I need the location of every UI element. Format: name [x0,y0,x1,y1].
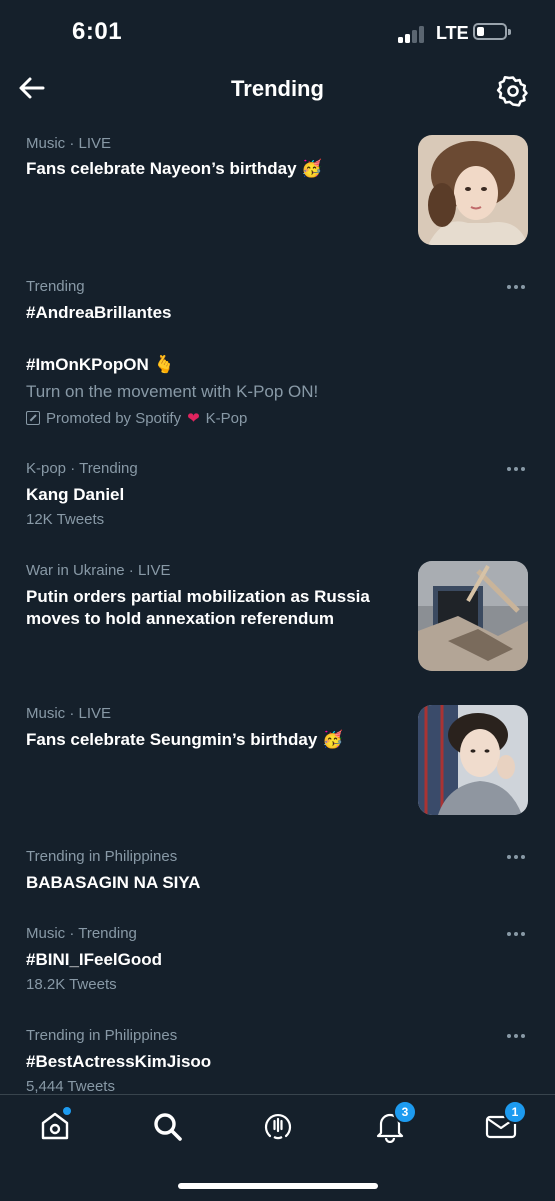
more-options-icon[interactable] [506,1031,528,1041]
trend-description: Turn on the movement with K-Pop ON! [26,382,319,401]
promoted-icon [26,411,40,425]
tweet-count: 18.2K Tweets [26,976,117,993]
trend-item[interactable]: Trending #AndreaBrillantes [0,262,555,322]
trend-title: Fans celebrate Nayeon’s birthday 🥳 [26,159,323,179]
trend-item[interactable]: Trending in Philippines #BestActressKimJ… [0,1015,555,1101]
tweet-count: 12K Tweets [26,511,105,528]
trend-meta: Music · LIVE [26,705,112,722]
trend-title: BABASAGIN NA SIYA [26,873,201,892]
trend-meta: War in Ukraine · LIVE [26,562,171,579]
trend-meta: Trending in Philippines [26,1027,178,1044]
trend-item[interactable]: Music · LIVE Fans celebrate Nayeon’s bir… [0,118,555,245]
more-options-icon[interactable] [506,852,528,862]
header: Trending [0,64,555,118]
tab-messages[interactable]: 1 [484,1100,527,1143]
trend-title: #BestActressKimJisoo [26,1052,212,1071]
trend-title: #AndreaBrillantes [26,303,172,322]
trend-item[interactable]: K-pop · Trending Kang Daniel 12K Tweets [0,448,555,534]
messages-badge: 1 [503,1100,527,1124]
trend-meta: Music · Trending [26,925,137,942]
trend-thumbnail [418,561,528,671]
status-time: 6:01 [72,18,123,45]
settings-button[interactable] [496,74,530,108]
spaces-icon [264,1114,292,1140]
trend-meta: K-pop · Trending [26,460,138,477]
trend-meta: Trending [26,278,85,295]
gear-icon [496,75,528,107]
home-unread-dot [63,1107,71,1115]
tab-spaces[interactable] [261,1109,295,1143]
more-options-icon[interactable] [506,282,528,292]
trend-title: #ImOnKPopON 🫰 [26,355,175,375]
trend-item[interactable]: War in Ukraine · LIVE Putin orders parti… [0,550,555,680]
trend-title: Fans celebrate Seungmin’s birthday 🥳 [26,730,344,750]
network-label: LTE [436,23,469,43]
signal-icon [398,25,428,43]
tab-home[interactable] [38,1107,72,1143]
more-options-icon[interactable] [506,929,528,939]
trend-item[interactable]: Music · Trending #BINI_IFeelGood 18.2K T… [0,913,555,999]
tab-search[interactable] [150,1109,184,1143]
page-title: Trending [231,76,324,101]
trend-thumbnail [418,135,528,245]
trend-item[interactable]: Trending in Philippines BABASAGIN NA SIY… [0,836,555,900]
trend-title: Putin orders partial mobilization as Rus… [26,587,370,628]
home-indicator [178,1183,378,1189]
heart-icon: ❤ [187,410,200,427]
search-icon [154,1113,182,1141]
trend-meta: Music · LIVE [26,135,112,152]
tweet-count: 5,444 Tweets [26,1078,115,1095]
status-bar: 6:01 LTE [0,0,555,64]
more-options-icon[interactable] [506,464,528,474]
promoted-trend-item[interactable]: #ImOnKPopON 🫰 Turn on the movement with … [0,340,555,436]
tab-notifications[interactable]: 3 [373,1100,417,1144]
trend-item[interactable]: Music · LIVE Fans celebrate Seungmin’s b… [0,692,555,818]
notifications-badge: 3 [393,1100,417,1124]
trend-title: #BINI_IFeelGood [26,950,163,969]
trend-meta: Trending in Philippines [26,848,178,865]
battery-icon [473,23,511,40]
trend-thumbnail [418,705,528,815]
promoted-label: Promoted by Spotify ❤ K-Pop [26,409,247,427]
trend-title: Kang Daniel [26,485,125,504]
